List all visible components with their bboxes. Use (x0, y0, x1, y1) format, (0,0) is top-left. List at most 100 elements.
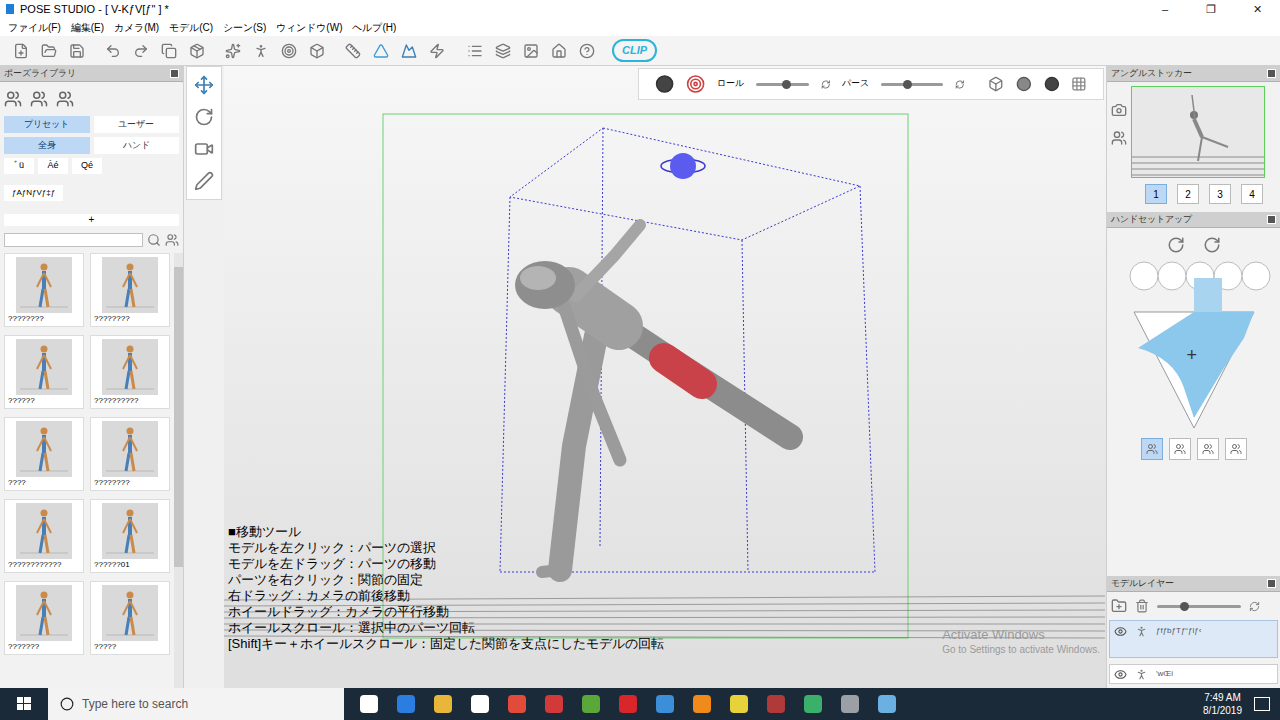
cube-icon[interactable] (988, 75, 1004, 93)
hand-preset[interactable] (1169, 438, 1191, 460)
user-icon[interactable] (1111, 130, 1127, 146)
reset-icon[interactable] (821, 79, 831, 90)
filter-button[interactable]: Qé (72, 158, 102, 174)
library-tab[interactable]: プリセット (4, 116, 90, 133)
filter-icon[interactable] (165, 233, 179, 247)
pose-icon[interactable] (4, 90, 22, 108)
toolbar-button[interactable] (156, 38, 182, 64)
clip-logo[interactable]: CLIP (612, 39, 657, 62)
slider[interactable] (881, 79, 942, 89)
library-tab[interactable]: ユーザー (94, 116, 180, 133)
toolbar-button[interactable] (368, 38, 394, 64)
menu-item[interactable]: モデル(C) (169, 20, 213, 35)
search-icon[interactable] (147, 233, 161, 247)
pen-tool-icon[interactable] (194, 171, 214, 191)
toolbar-button[interactable] (220, 38, 246, 64)
camera-icon[interactable] (1111, 102, 1127, 118)
add-button[interactable]: + (4, 214, 179, 226)
pose-thumbnail[interactable]: ???? (4, 417, 84, 491)
angle-slot[interactable]: 3 (1209, 184, 1231, 204)
window-control[interactable]: ❐ (1188, 0, 1234, 18)
filter-button[interactable]: ﾞü (4, 158, 34, 174)
taskbar-app-icon[interactable] (693, 695, 711, 713)
taskbar-app-icon[interactable] (767, 695, 785, 713)
angle-thumbnail[interactable] (1131, 86, 1265, 178)
category-button[interactable]: ƒAƒNƒVƒ‡ƒ (4, 185, 63, 201)
window-control[interactable]: ✕ (1234, 0, 1280, 18)
toolbar-button[interactable] (340, 38, 366, 64)
toolbar-button[interactable] (8, 38, 34, 64)
window-control[interactable]: – (1142, 0, 1188, 18)
toolbar-button[interactable] (248, 38, 274, 64)
move-tool-icon[interactable] (194, 75, 214, 95)
pose-thumbnail[interactable]: ?????? (4, 335, 84, 409)
grid-icon[interactable] (1071, 75, 1087, 93)
globe-icon[interactable] (686, 73, 705, 95)
layer-row[interactable]: 'wŒi (1109, 664, 1278, 684)
taskbar-app-icon[interactable] (619, 695, 637, 713)
toolbar-button[interactable] (424, 38, 450, 64)
reset-icon[interactable] (1249, 601, 1260, 612)
add-layer-icon[interactable] (1111, 598, 1127, 614)
toolbar-button[interactable] (304, 38, 330, 64)
hand-preset[interactable] (1141, 438, 1163, 460)
pose-thumbnail[interactable]: ?????????? (90, 335, 170, 409)
close-icon[interactable] (1267, 69, 1276, 78)
menu-item[interactable]: ファイル(F) (8, 20, 61, 35)
close-icon[interactable] (1267, 579, 1276, 588)
hand-preset[interactable] (1197, 438, 1219, 460)
taskbar-app-icon[interactable] (878, 695, 896, 713)
taskbar-app-icon[interactable] (841, 695, 859, 713)
toolbar-button[interactable] (276, 38, 302, 64)
angle-slot[interactable]: 4 (1241, 184, 1263, 204)
pose-thumbnail[interactable]: ???????? (4, 253, 84, 327)
toolbar-button[interactable] (184, 38, 210, 64)
taskbar-search[interactable]: Type here to search (48, 688, 344, 720)
rotate-hand-icon[interactable] (1167, 236, 1185, 254)
notification-icon[interactable] (1254, 697, 1270, 711)
viewport[interactable]: ロールパース■移動ツールモデルを左クリック：パーツの選択モデルを左ドラッグ：パー… (224, 66, 1106, 688)
menu-item[interactable]: ウィンドウ(W) (276, 20, 342, 35)
taskbar-app-icon[interactable] (804, 695, 822, 713)
reset-icon[interactable] (955, 79, 965, 90)
menu-item[interactable]: シーン(S) (223, 20, 266, 35)
taskbar-app-icon[interactable] (582, 695, 600, 713)
taskbar-app-icon[interactable] (508, 695, 526, 713)
toolbar-button[interactable] (64, 38, 90, 64)
library-tab[interactable]: ハンド (94, 137, 180, 154)
taskbar-app-icon[interactable] (730, 695, 748, 713)
search-field[interactable] (4, 233, 143, 247)
pose-thumbnail[interactable]: ??????01 (90, 499, 170, 573)
toolbar-button[interactable] (128, 38, 154, 64)
hand-diagram[interactable] (1114, 258, 1274, 428)
toolbar-button[interactable] (396, 38, 422, 64)
menu-item[interactable]: ヘルプ(H) (352, 20, 396, 35)
taskbar-app-icon[interactable] (397, 695, 415, 713)
toolbar-button[interactable] (462, 38, 488, 64)
filter-button[interactable]: Àé (38, 158, 68, 174)
toolbar-button[interactable] (518, 38, 544, 64)
toolbar-button[interactable] (574, 38, 600, 64)
sphere-icon[interactable] (655, 73, 674, 95)
material-icon[interactable] (1044, 75, 1060, 93)
visibility-icon[interactable] (1114, 668, 1127, 681)
pose-thumbnail[interactable]: ???????????? (4, 499, 84, 573)
library-tab[interactable]: 全身 (4, 137, 90, 154)
windows-icon[interactable] (0, 688, 48, 720)
slider[interactable] (756, 79, 808, 89)
shade-icon[interactable] (1016, 75, 1032, 93)
taskbar-app-icon[interactable] (471, 695, 489, 713)
slider[interactable] (1157, 601, 1241, 611)
taskbar-app-icon[interactable] (360, 695, 378, 713)
scrollbar[interactable] (174, 253, 183, 688)
angle-slot[interactable]: 2 (1177, 184, 1199, 204)
visibility-icon[interactable] (1114, 625, 1127, 638)
taskbar-app-icon[interactable] (434, 695, 452, 713)
pose-icon[interactable] (30, 90, 48, 108)
camera-tool-icon[interactable] (194, 139, 214, 159)
toolbar-button[interactable] (100, 38, 126, 64)
close-icon[interactable] (170, 69, 179, 78)
taskbar-app-icon[interactable] (545, 695, 563, 713)
rotate-tool-icon[interactable] (194, 107, 214, 127)
layer-row[interactable]: ƒfƒbƒTƒ“ƒlƒ‹ (1109, 620, 1278, 658)
